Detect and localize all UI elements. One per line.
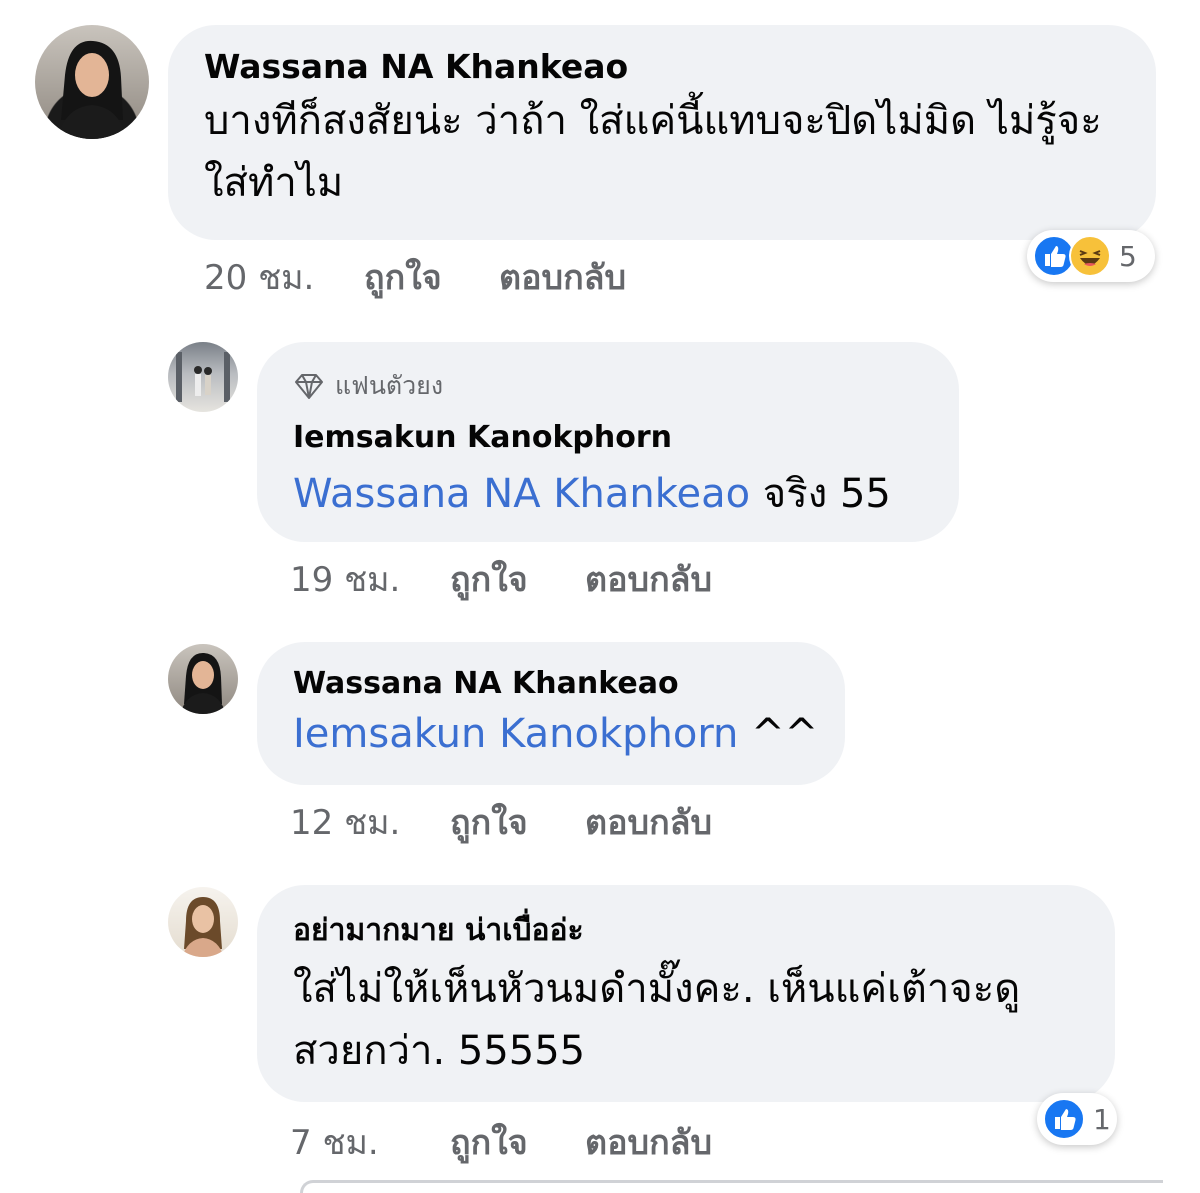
comment-bubble: Wassana NA Khankeao Iemsakun Kanokphorn … [257, 642, 845, 785]
like-button[interactable]: ถูกใจ [450, 552, 585, 606]
comment-text: บางทีก็สงสัยน่ะ ว่าถ้า ใส่แค่นี้แทบจะปิด… [204, 98, 1102, 206]
comment-text: Wassana NA Khankeao จริง 55 [293, 463, 925, 525]
avatar-portrait [182, 897, 224, 957]
avatar-portrait [176, 352, 230, 402]
comment-text-body: จริง 55 [750, 471, 891, 517]
thread-connector-line [300, 1180, 1163, 1193]
comment-time[interactable]: 7 ชม. [290, 1115, 450, 1169]
haha-icon [1069, 235, 1111, 277]
avatar[interactable] [168, 887, 238, 957]
like-button[interactable]: ถูกใจ [364, 250, 499, 304]
comment-meta: 20 ชม. ถูกใจ ตอบกลับ [204, 250, 626, 304]
avatar[interactable] [35, 25, 149, 139]
avatar-portrait [180, 652, 226, 714]
comment-time[interactable]: 19 ชม. [290, 552, 450, 606]
avatar[interactable] [168, 342, 238, 412]
comment-author[interactable]: Wassana NA Khankeao [293, 666, 811, 701]
comment-author[interactable]: อย่ามากมาย น่าเบื่ออ่ะ [293, 907, 1085, 954]
comment-meta: 19 ชม. ถูกใจ ตอบกลับ [290, 552, 712, 606]
avatar-portrait [57, 40, 127, 139]
comment-bubble: อย่ามากมาย น่าเบื่ออ่ะ ใส่ไม่ให้เห็นหัวน… [257, 885, 1115, 1102]
reply-button[interactable]: ตอบกลับ [585, 552, 712, 606]
mention-link[interactable]: Iemsakun Kanokphorn [293, 711, 738, 757]
comment-text: Iemsakun Kanokphorn ^^ [293, 703, 818, 765]
comment-text: ใส่ไม่ให้เห็นหัวนมดำมั๊งคะ. เห็นแค่เต้าจ… [293, 966, 1021, 1074]
reply-button[interactable]: ตอบกลับ [585, 795, 712, 849]
badge-label: แฟนตัวยง [335, 371, 444, 400]
reply-button[interactable]: ตอบกลับ [499, 250, 626, 304]
top-fan-badge: แฟนตัวยง [293, 366, 925, 406]
comment-bubble: แฟนตัวยง Iemsakun Kanokphorn Wassana NA … [257, 342, 959, 542]
reaction-count: 1 [1093, 1102, 1111, 1136]
comment-meta: 7 ชม. ถูกใจ ตอบกลับ [290, 1115, 712, 1169]
reaction-count: 5 [1119, 239, 1137, 273]
reply-button[interactable]: ตอบกลับ [585, 1115, 712, 1169]
comment-bubble: Wassana NA Khankeao บางทีก็สงสัยน่ะ ว่าถ… [168, 25, 1156, 240]
avatar[interactable] [168, 644, 238, 714]
like-button[interactable]: ถูกใจ [450, 1115, 585, 1169]
comment-author[interactable]: Wassana NA Khankeao [204, 47, 1126, 86]
like-button[interactable]: ถูกใจ [450, 795, 585, 849]
comment-time[interactable]: 20 ชม. [204, 250, 364, 304]
like-icon [1043, 1098, 1085, 1140]
comment-meta: 12 ชม. ถูกใจ ตอบกลับ [290, 795, 712, 849]
comment-time[interactable]: 12 ชม. [290, 795, 450, 849]
reaction-summary[interactable]: 5 [1027, 230, 1155, 282]
comment-author[interactable]: Iemsakun Kanokphorn [293, 420, 925, 455]
mention-link[interactable]: Wassana NA Khankeao [293, 471, 750, 517]
diamond-icon [295, 374, 323, 399]
reaction-summary[interactable]: 1 [1037, 1093, 1117, 1145]
comment-text-body: ^^ [738, 711, 819, 757]
